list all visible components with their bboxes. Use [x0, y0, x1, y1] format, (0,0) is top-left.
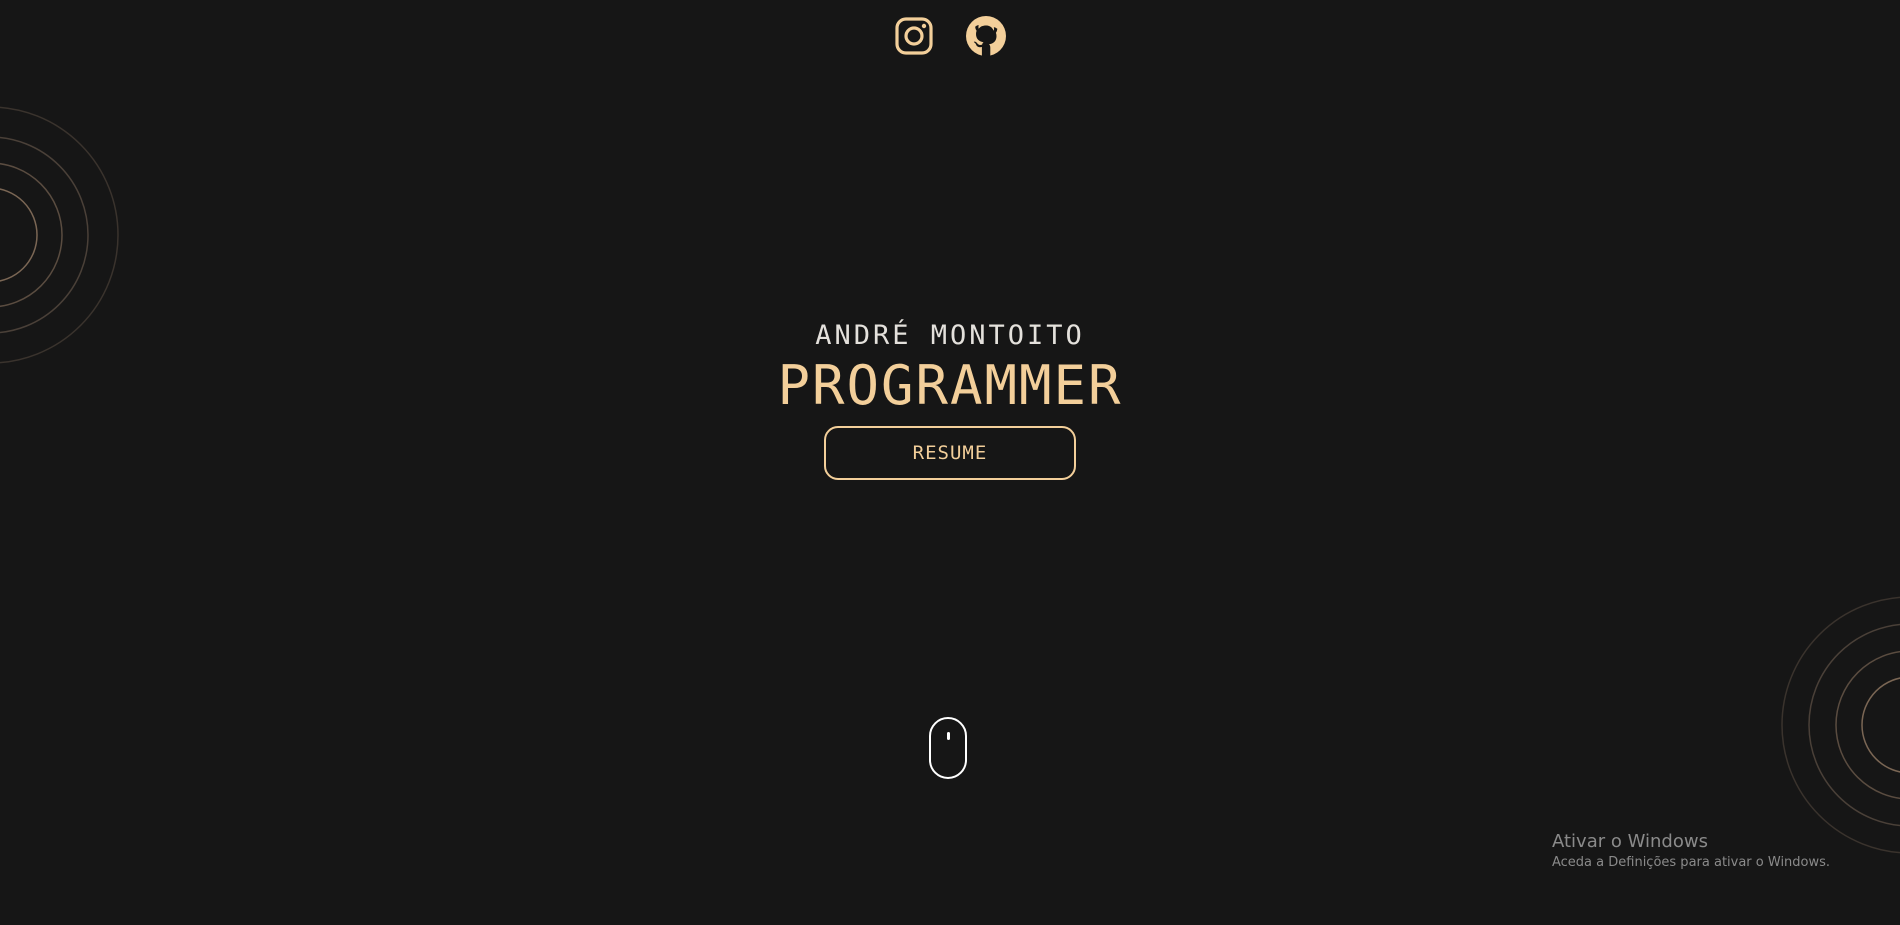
- concentric-rings-right: [1781, 596, 1900, 854]
- github-icon: [966, 16, 1006, 56]
- mouse-scroll-icon: [947, 732, 950, 740]
- hero-name: ANDRÉ MONTOITO: [815, 320, 1085, 351]
- instagram-icon: [895, 17, 933, 55]
- hero-section: ANDRÉ MONTOITO PROGRAMMER RESUME: [0, 318, 1900, 480]
- watermark-title: Ativar o Windows: [1552, 831, 1708, 852]
- hero-role: PROGRAMMER: [777, 354, 1123, 417]
- windows-activation-watermark: Ativar o Windows Aceda a Definições para…: [1552, 830, 1830, 872]
- instagram-link[interactable]: [894, 16, 934, 56]
- github-link[interactable]: [966, 16, 1006, 56]
- social-links: [894, 16, 1006, 56]
- scroll-down-indicator[interactable]: [929, 717, 967, 779]
- page: ANDRÉ MONTOITO PROGRAMMER RESUME Ativar …: [0, 0, 1900, 925]
- watermark-subtitle: Aceda a Definições para ativar o Windows…: [1552, 855, 1831, 870]
- resume-button[interactable]: RESUME: [824, 426, 1076, 480]
